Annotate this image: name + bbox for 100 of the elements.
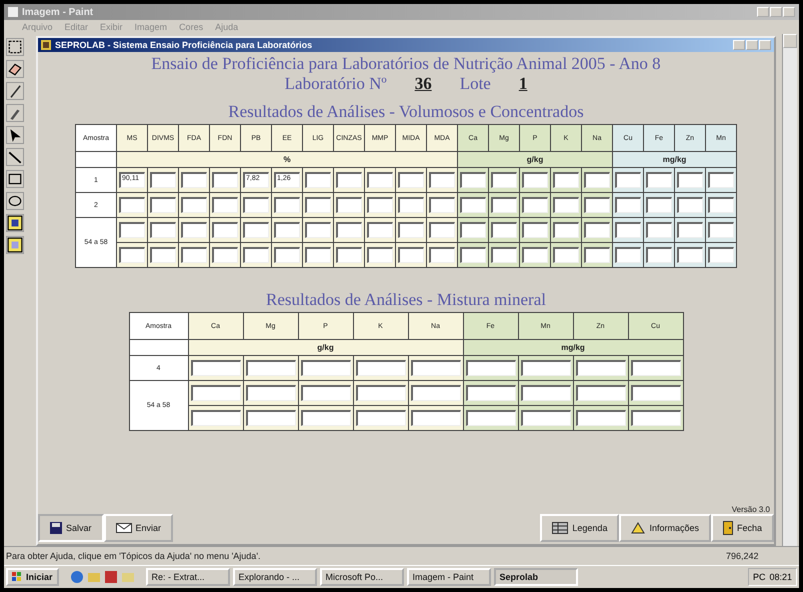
input-field[interactable] xyxy=(410,410,460,426)
input-field[interactable] xyxy=(630,360,680,376)
input-field[interactable] xyxy=(243,222,269,238)
input-field[interactable] xyxy=(522,172,548,188)
taskbar-button[interactable]: Microsoft Po... xyxy=(320,568,404,586)
eraser-icon[interactable] xyxy=(6,60,24,78)
input-field[interactable] xyxy=(367,172,393,188)
input-field[interactable] xyxy=(646,222,672,238)
toolbar-button[interactable]: Fecha xyxy=(710,514,774,542)
input-field[interactable] xyxy=(522,247,548,263)
input-field[interactable] xyxy=(460,222,486,238)
app-icon[interactable] xyxy=(104,570,118,584)
input-field[interactable] xyxy=(305,197,331,213)
input-field[interactable] xyxy=(466,410,516,426)
input-field[interactable] xyxy=(576,360,626,376)
input-field[interactable] xyxy=(356,410,406,426)
input-field[interactable] xyxy=(615,197,641,213)
input-field[interactable] xyxy=(491,247,517,263)
input-field[interactable] xyxy=(190,360,240,376)
input-field[interactable] xyxy=(410,385,460,401)
start-button[interactable]: Iniciar xyxy=(6,568,59,586)
input-field[interactable] xyxy=(646,197,672,213)
input-field[interactable] xyxy=(677,172,703,188)
input-field[interactable] xyxy=(429,247,455,263)
input-field[interactable] xyxy=(246,385,296,401)
input-field[interactable] xyxy=(630,410,680,426)
input-field[interactable] xyxy=(367,197,393,213)
input-field[interactable] xyxy=(274,197,300,213)
input-field[interactable] xyxy=(646,172,672,188)
input-field[interactable] xyxy=(274,247,300,263)
input-field[interactable] xyxy=(356,385,406,401)
input-field[interactable] xyxy=(491,172,517,188)
input-field[interactable] xyxy=(212,222,238,238)
input-field[interactable] xyxy=(356,360,406,376)
input-field[interactable] xyxy=(677,222,703,238)
input-field[interactable] xyxy=(243,197,269,213)
color-swatch-icon[interactable] xyxy=(6,236,24,254)
taskbar-button[interactable]: Imagem - Paint xyxy=(406,568,491,586)
color-swatch-icon[interactable] xyxy=(6,214,24,232)
input-field[interactable] xyxy=(336,247,362,263)
input-field[interactable] xyxy=(576,410,626,426)
input-field[interactable] xyxy=(398,222,424,238)
rectangle-icon[interactable] xyxy=(6,170,24,188)
input-field[interactable] xyxy=(246,360,296,376)
input-field[interactable] xyxy=(522,222,548,238)
input-field[interactable] xyxy=(708,172,734,188)
pencil-icon[interactable] xyxy=(6,82,24,100)
input-field[interactable] xyxy=(520,360,570,376)
pointer-icon[interactable] xyxy=(6,126,24,144)
taskbar-button[interactable]: Re: - Extrat... xyxy=(146,568,230,586)
input-field[interactable] xyxy=(520,410,570,426)
input-field[interactable] xyxy=(466,385,516,401)
input-field[interactable] xyxy=(150,197,176,213)
toolbar-button[interactable]: Informações xyxy=(619,514,711,542)
input-field[interactable] xyxy=(190,385,240,401)
input-field[interactable] xyxy=(181,222,207,238)
input-field[interactable] xyxy=(181,172,207,188)
input-field[interactable] xyxy=(460,172,486,188)
select-icon[interactable] xyxy=(6,38,24,56)
input-field[interactable] xyxy=(119,222,145,238)
input-field[interactable] xyxy=(243,247,269,263)
input-field[interactable] xyxy=(708,247,734,263)
input-field[interactable] xyxy=(336,172,362,188)
input-field[interactable] xyxy=(119,197,145,213)
input-field[interactable] xyxy=(246,410,296,426)
globe-icon[interactable] xyxy=(70,570,84,584)
input-field[interactable] xyxy=(677,197,703,213)
input-field[interactable] xyxy=(150,247,176,263)
input-field[interactable] xyxy=(305,222,331,238)
input-field[interactable] xyxy=(584,222,610,238)
input-field[interactable] xyxy=(181,197,207,213)
input-field[interactable] xyxy=(460,247,486,263)
input-field[interactable] xyxy=(212,172,238,188)
input-field[interactable] xyxy=(553,247,579,263)
input-field[interactable] xyxy=(429,197,455,213)
input-field[interactable] xyxy=(274,222,300,238)
input-field[interactable] xyxy=(584,172,610,188)
input-field[interactable] xyxy=(584,247,610,263)
input-field[interactable] xyxy=(367,222,393,238)
input-field[interactable] xyxy=(150,222,176,238)
input-field[interactable] xyxy=(646,247,672,263)
taskbar-button[interactable]: Explorando - ... xyxy=(232,568,317,586)
input-field[interactable] xyxy=(398,197,424,213)
input-field[interactable] xyxy=(367,247,393,263)
input-field[interactable] xyxy=(520,385,570,401)
input-field[interactable] xyxy=(615,222,641,238)
input-field[interactable] xyxy=(190,410,240,426)
input-field[interactable] xyxy=(630,385,680,401)
input-field[interactable] xyxy=(305,172,331,188)
input-field[interactable] xyxy=(708,197,734,213)
input-field[interactable] xyxy=(212,247,238,263)
input-field[interactable] xyxy=(491,222,517,238)
input-field[interactable] xyxy=(398,172,424,188)
input-field[interactable] xyxy=(460,197,486,213)
input-field[interactable] xyxy=(576,385,626,401)
input-field[interactable] xyxy=(336,222,362,238)
input-field[interactable] xyxy=(429,172,455,188)
input-field[interactable] xyxy=(522,197,548,213)
input-field[interactable] xyxy=(410,360,460,376)
input-field[interactable] xyxy=(677,247,703,263)
